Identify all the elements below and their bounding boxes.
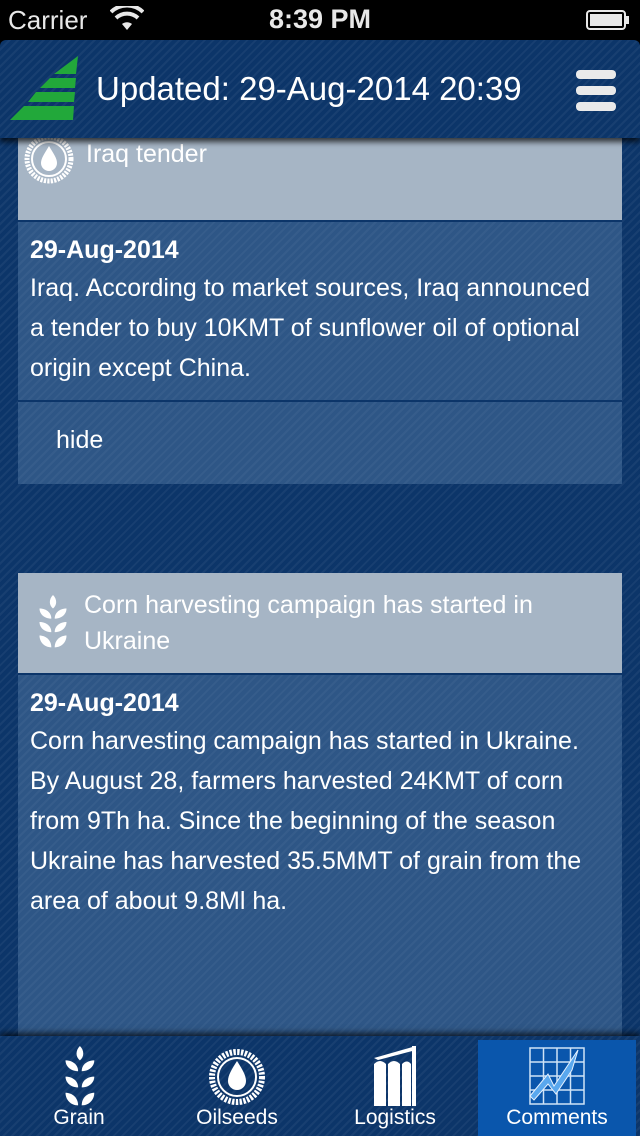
- wheat-icon: [39, 595, 67, 648]
- news-list[interactable]: Iraq tender 29-Aug-2014 Iraq. According …: [0, 138, 640, 1036]
- tab-grain[interactable]: Grain: [0, 1036, 158, 1136]
- news-title: Iraq tender: [86, 140, 207, 168]
- status-bar: Carrier 8:39 PM: [0, 0, 640, 40]
- news-card-body: 29-Aug-2014 Iraq. According to market so…: [18, 222, 622, 400]
- news-date: 29-Aug-2014: [30, 689, 179, 717]
- news-card: Corn harvesting campaign has started in …: [18, 573, 622, 1036]
- clock: 8:39 PM: [268, 4, 372, 34]
- chart-grid-icon: [529, 1047, 585, 1105]
- news-text: Corn harvesting campaign has started in …: [30, 727, 582, 915]
- news-card-footer: hide: [18, 400, 622, 484]
- tab-oilseeds[interactable]: Oilseeds: [158, 1036, 316, 1136]
- news-card-header[interactable]: Iraq tender: [18, 138, 622, 222]
- tab-label: Comments: [506, 1106, 608, 1129]
- hide-button[interactable]: hide: [56, 426, 103, 455]
- news-date: 29-Aug-2014: [30, 236, 179, 264]
- tab-comments[interactable]: Comments: [478, 1040, 636, 1136]
- wheat-icon: [65, 1046, 95, 1106]
- tab-label: Grain: [53, 1106, 105, 1129]
- logo-green-sail-icon: [10, 56, 78, 120]
- tab-logistics[interactable]: Logistics: [316, 1036, 474, 1136]
- news-card-header[interactable]: Corn harvesting campaign has started in …: [18, 573, 622, 675]
- news-card-body: 29-Aug-2014 Corn harvesting campaign has…: [18, 675, 622, 1036]
- oil-drop-icon: [24, 138, 74, 184]
- app-header: Updated: 29-Aug-2014 20:39: [0, 40, 640, 138]
- hamburger-menu-icon[interactable]: [576, 70, 616, 112]
- silo-icon: [374, 1046, 416, 1106]
- tab-bar: Grain Oilseeds Logistics Comments: [0, 1036, 640, 1136]
- tab-label: Oilseeds: [196, 1106, 278, 1129]
- updated-title: Updated: 29-Aug-2014 20:39: [96, 70, 522, 107]
- news-card: Iraq tender 29-Aug-2014 Iraq. According …: [18, 138, 622, 484]
- battery-icon: [586, 10, 629, 30]
- oil-drop-icon: [209, 1049, 265, 1105]
- tab-label: Logistics: [354, 1106, 436, 1129]
- news-text: Iraq. According to market sources, Iraq …: [30, 274, 591, 382]
- news-title: Corn harvesting campaign has started in …: [84, 591, 533, 655]
